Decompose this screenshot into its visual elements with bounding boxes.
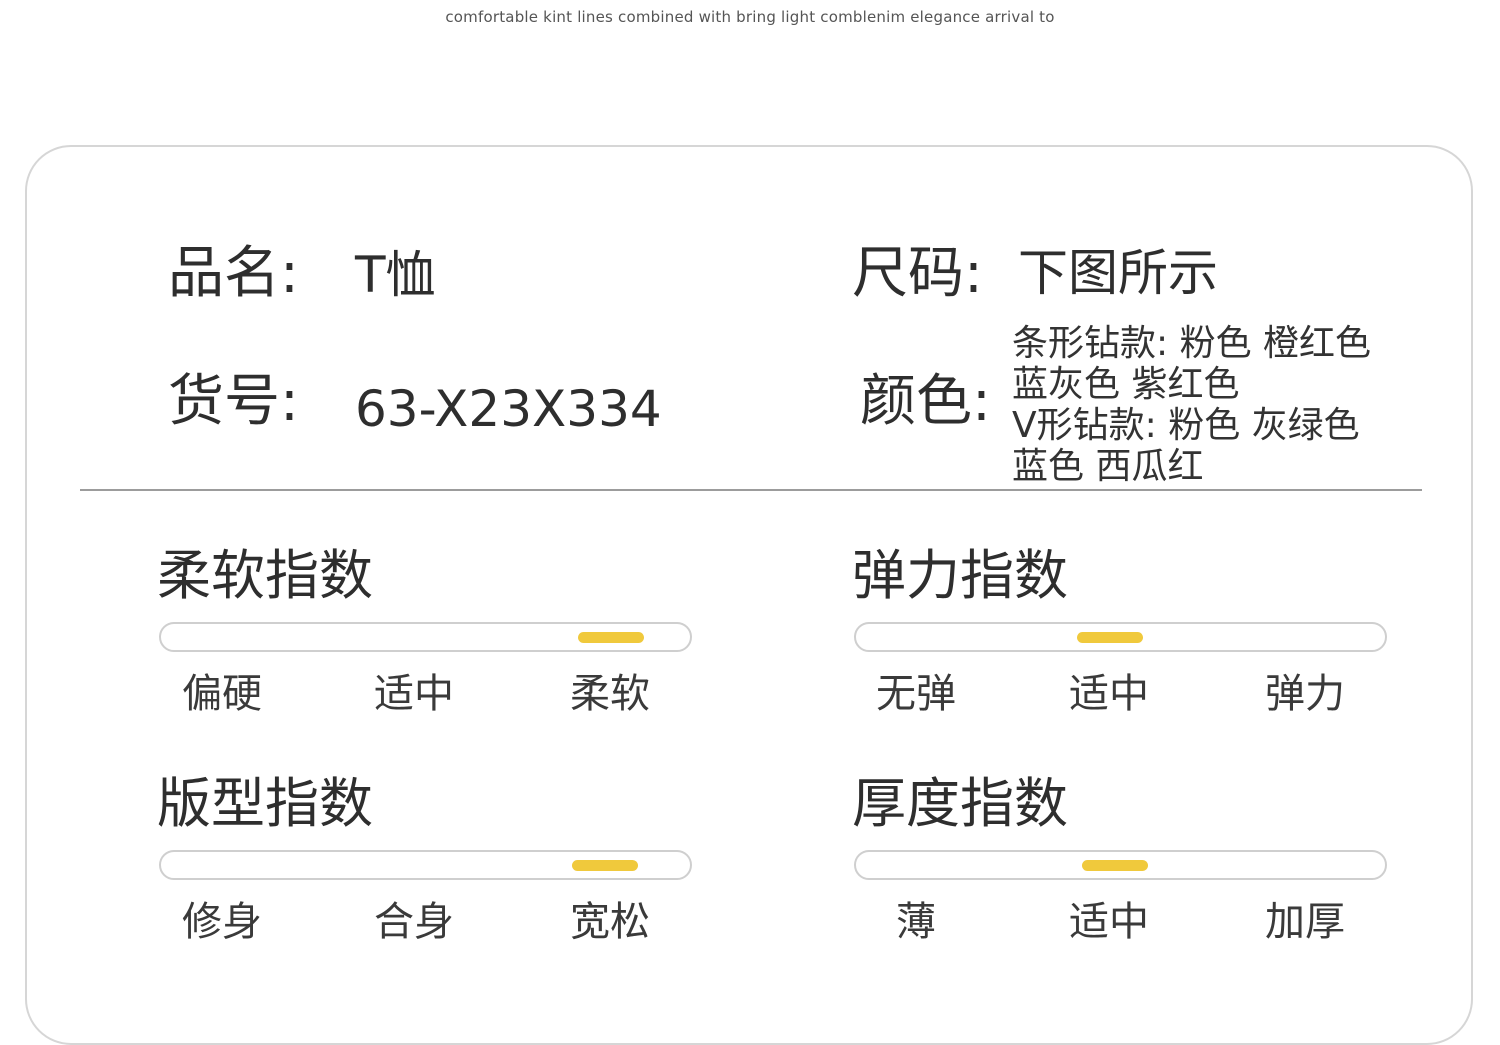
thickness-scale-high: 加厚 — [1265, 899, 1345, 945]
softness-index-indicator — [577, 632, 644, 643]
thickness-index-indicator — [1082, 860, 1149, 871]
thickness-index-title: 厚度指数 — [852, 772, 1068, 835]
fit-index-title: 版型指数 — [157, 772, 373, 835]
tagline: comfortable kint lines combined with bri… — [445, 8, 1055, 26]
thickness-scale-low: 薄 — [896, 899, 936, 945]
color-label: 颜色: — [860, 369, 991, 434]
size-value: 下图所示 — [1018, 244, 1218, 302]
sku-value: 63-X23X334 — [355, 380, 662, 438]
thickness-index-track — [854, 850, 1387, 880]
color-line: V形钻款: 粉色 灰绿色 — [1012, 405, 1360, 446]
elasticity-scale-mid: 适中 — [1069, 671, 1149, 717]
fit-scale-low: 修身 — [182, 899, 262, 945]
softness-scale-mid: 适中 — [374, 671, 454, 717]
elasticity-scale-low: 无弹 — [876, 671, 956, 717]
color-options: 条形钻款: 粉色 橙红色 蓝灰色 紫红色 V形钻款: 粉色 灰绿色 蓝色 西瓜红 — [1012, 323, 1371, 487]
color-line: 条形钻款: 粉色 橙红色 — [1012, 323, 1372, 364]
softness-index-title: 柔软指数 — [157, 544, 373, 607]
color-line: 蓝灰色 紫红色 — [1012, 364, 1240, 405]
softness-scale-low: 偏硬 — [182, 671, 262, 717]
fit-scale-mid: 合身 — [374, 899, 454, 945]
color-line: 蓝色 西瓜红 — [1012, 446, 1204, 487]
size-label: 尺码: — [852, 241, 983, 306]
elasticity-scale-high: 弹力 — [1265, 671, 1345, 717]
elasticity-index-indicator — [1076, 632, 1143, 643]
fit-index-indicator — [572, 860, 639, 871]
thickness-scale-mid: 适中 — [1069, 899, 1149, 945]
product-name-value: T恤 — [355, 246, 436, 304]
sku-label: 货号: — [168, 369, 299, 434]
fit-scale-high: 宽松 — [570, 899, 650, 945]
softness-scale-high: 柔软 — [570, 671, 650, 717]
section-divider — [80, 489, 1422, 491]
product-name-label: 品名: — [168, 241, 299, 306]
fit-index-track — [159, 850, 692, 880]
elasticity-index-track — [854, 622, 1387, 652]
elasticity-index-title: 弹力指数 — [852, 544, 1068, 607]
softness-index-track — [159, 622, 692, 652]
